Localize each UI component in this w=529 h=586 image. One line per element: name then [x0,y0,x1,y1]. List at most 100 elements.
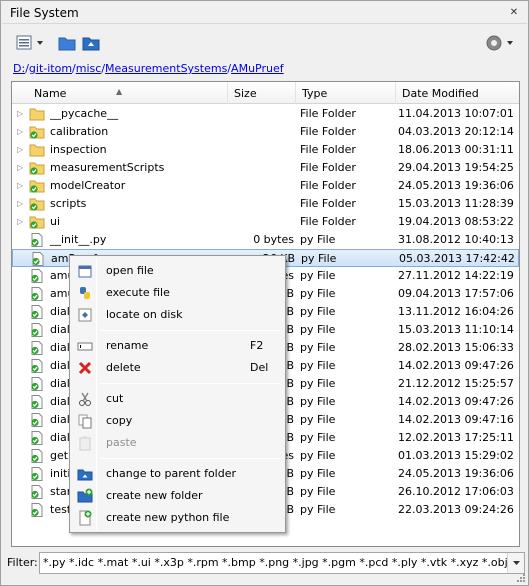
file-date: 29.04.2013 19:54:25 [398,161,514,174]
open-file-icon [77,263,93,279]
file-size [226,177,294,195]
file-type: py File [301,252,337,265]
file-type: File Folder [300,161,356,174]
menu-item-open-file[interactable]: open file [72,260,283,282]
python-file-icon [29,269,45,283]
file-type: py File [300,233,336,246]
file-date: 31.08.2012 10:40:13 [398,233,514,246]
scissors-icon [77,391,93,407]
gear-icon[interactable] [483,32,519,54]
menu-item-label: change to parent folder [106,467,237,480]
file-system-window: File System ✕ D:/git-itom/misc/Measureme… [0,0,529,586]
path-segment[interactable]: D: [13,62,25,75]
chevron-right-icon[interactable]: ▷ [17,123,25,141]
menu-item-execute-file[interactable]: execute file [72,282,283,304]
file-size: 0 bytes [253,233,294,246]
path-segment[interactable]: misc [76,62,102,75]
table-row[interactable]: ▷ measurementScripts File Folder 29.04.2013… [12,159,519,177]
new-folder-icon [77,488,93,504]
menu-item-create-new-python-file[interactable]: create new python file [72,507,283,529]
menu-item-cut[interactable]: cut [72,388,283,410]
menu-separator [100,383,280,384]
file-date: 14.02.2013 09:47:16 [398,413,514,426]
header-name[interactable]: ▲ Name [12,82,228,104]
file-type: py File [300,377,336,390]
file-type: py File [300,395,336,408]
file-type: py File [300,503,336,516]
parent-folder-icon[interactable] [81,32,101,54]
file-type: File Folder [300,215,356,228]
file-type: py File [300,323,336,336]
header-type[interactable]: Type [296,82,396,104]
chevron-right-icon[interactable]: ▷ [17,195,25,213]
menu-item-create-new-folder[interactable]: create new folder [72,485,283,507]
chevron-right-icon[interactable]: ▷ [17,105,25,123]
python-file-icon [30,252,46,266]
table-row[interactable]: ▷ inspection File Folder 18.06.2013 00:31:1… [12,141,519,159]
python-file-icon [29,485,45,499]
file-date: 24.05.2013 19:36:06 [398,179,514,192]
rename-icon [77,338,93,354]
menu-item-label: paste [106,436,137,449]
folder-icon [29,107,45,121]
file-date: 15.03.2013 11:10:14 [398,323,514,336]
resize-grip-icon[interactable] [516,573,526,583]
filter-select[interactable]: *.py *.idc *.mat *.ui *.x3p *.rpm *.bmp … [39,552,525,574]
file-type: File Folder [300,107,356,120]
python-icon [77,285,93,301]
menu-item-label: execute file [106,286,170,299]
chevron-right-icon[interactable]: ▷ [17,177,25,195]
menu-separator [100,458,280,459]
table-row[interactable]: ▷ ui File Folder 19.04.2013 08:53:22 [12,213,519,231]
python-file-icon [29,377,45,391]
menu-item-label: open file [106,264,154,277]
path-segment[interactable]: AMuPruef [231,62,284,75]
table-row[interactable]: ▷ calibration File Folder 04.03.2013 20:12:… [12,123,519,141]
python-file-icon [29,431,45,445]
file-date: 04.03.2013 20:12:14 [398,125,514,138]
table-row[interactable]: ▷ __pycache__ File Folder 11.04.2013 10:07:… [12,105,519,123]
table-row[interactable]: ▷ scripts File Folder 15.03.2013 11:28:39 [12,195,519,213]
table-row[interactable]: __init__.py 0 bytes py File 31.08.2012 10:4… [12,231,519,249]
table-row[interactable]: ▷ modelCreator File Folder 24.05.2013 19:36… [12,177,519,195]
chevron-down-icon[interactable] [507,553,524,573]
filter-label: Filter: [7,556,38,569]
folder-icon [29,179,45,193]
column-header: ▲ Name Size Type Date Modified [12,82,519,104]
toolbar [11,30,520,56]
file-name: measurementScripts [50,161,165,174]
menu-item-copy[interactable]: copy [72,410,283,432]
chevron-right-icon[interactable]: ▷ [17,159,25,177]
path-segment[interactable]: git-itom [29,62,72,75]
header-size[interactable]: Size [228,82,296,104]
file-type: py File [300,431,336,444]
file-type: py File [300,341,336,354]
file-type: py File [300,485,336,498]
parent-folder-icon [77,466,93,482]
menu-item-locate-on-disk[interactable]: locate on disk [72,304,283,326]
header-date-modified[interactable]: Date Modified [396,82,519,104]
file-type: py File [300,305,336,318]
menu-item-label: cut [106,392,124,405]
file-date: 27.11.2012 14:22:19 [398,269,514,282]
close-icon[interactable]: ✕ [507,6,521,20]
file-date: 05.03.2013 17:42:42 [399,252,515,265]
menu-item-paste: paste [72,432,283,454]
menu-item-label: copy [106,414,133,427]
paste-icon [77,435,93,451]
path-segment[interactable]: MeasurementSystems [105,62,227,75]
folder-icon [29,143,45,157]
folder-icon[interactable] [57,32,77,54]
view-list-icon[interactable] [13,32,49,54]
menu-item-delete[interactable]: delete Del [72,357,283,379]
chevron-right-icon[interactable]: ▷ [17,141,25,159]
menu-item-rename[interactable]: rename F2 [72,335,283,357]
file-date: 14.02.2013 09:47:26 [398,395,514,408]
chevron-right-icon[interactable]: ▷ [17,213,25,231]
menu-item-change-to-parent-folder[interactable]: change to parent folder [72,463,283,485]
window-title: File System [10,6,79,20]
file-date: 24.05.2013 19:36:06 [398,467,514,480]
file-size [226,105,294,123]
python-file-icon [29,287,45,301]
filter-bar: Filter: *.py *.idc *.mat *.ui *.x3p *.rp… [7,552,525,574]
